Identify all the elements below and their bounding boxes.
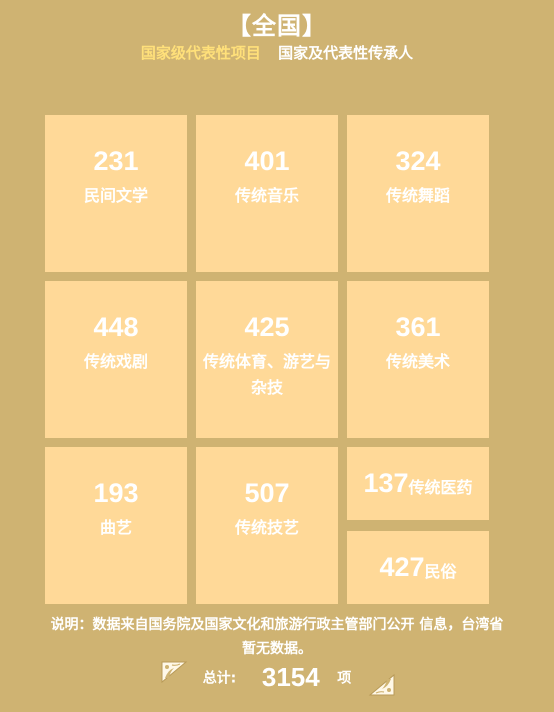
stat-card-folk-literature[interactable]: 231 民间文学 [45, 115, 187, 272]
total-value: 3154 [261, 662, 320, 692]
tab-national-inheritors[interactable]: 国家及代表性传承人 [278, 42, 413, 63]
stat-card-traditional-dance[interactable]: 324 传统舞蹈 [347, 115, 489, 272]
stat-card-traditional-crafts[interactable]: 507 传统技艺 [196, 447, 338, 604]
category-tabs: 国家级代表性项目 国家及代表性传承人 [0, 42, 554, 63]
total-count: 总计: 3154 项 [0, 662, 554, 693]
stat-label: 传统医药 [408, 477, 473, 497]
stat-label: 传统舞蹈 [385, 186, 450, 205]
stat-value: 425 [244, 312, 290, 342]
stat-label: 传统技艺 [234, 518, 299, 537]
stat-value: 137 [363, 468, 409, 498]
total-unit: 项 [337, 670, 352, 687]
stat-label: 传统音乐 [234, 186, 299, 205]
stat-value: 193 [93, 478, 139, 508]
stat-value: 401 [244, 146, 290, 176]
stat-value: 448 [93, 312, 139, 342]
data-source-note: 说明：数据来自国务院及国家文化和旅游行政主管部门公开 信息，台湾省暂无数据。 [50, 617, 504, 657]
stat-value: 427 [379, 552, 425, 582]
stat-value: 507 [244, 478, 290, 508]
stat-label: 传统戏剧 [83, 352, 148, 371]
stat-label: 传统体育、游艺与杂技 [202, 352, 331, 397]
stat-card-traditional-medicine[interactable]: 137 传统医药 [347, 447, 489, 520]
stat-card-traditional-drama[interactable]: 448 传统戏剧 [45, 281, 187, 438]
stat-card-quyi[interactable]: 193 曲艺 [45, 447, 187, 604]
stat-value: 231 [93, 146, 139, 176]
stat-value: 324 [395, 146, 441, 176]
stat-label: 民间文学 [83, 186, 148, 205]
stat-value: 361 [395, 312, 441, 342]
stat-card-traditional-music[interactable]: 401 传统音乐 [196, 115, 338, 272]
stat-label: 民俗 [424, 561, 457, 581]
page-title: 【全国】 [227, 12, 327, 40]
tab-national-projects[interactable]: 国家级代表性项目 [141, 42, 261, 63]
total-label: 总计: [202, 670, 237, 687]
stat-card-traditional-fine-arts[interactable]: 361 传统美术 [347, 281, 489, 438]
stat-card-folk-custom[interactable]: 427 民俗 [347, 531, 489, 604]
stat-card-sports-acrobatics[interactable]: 425 传统体育、游艺与杂技 [196, 281, 338, 438]
stat-label: 曲艺 [99, 518, 132, 537]
stat-label: 传统美术 [385, 352, 450, 371]
